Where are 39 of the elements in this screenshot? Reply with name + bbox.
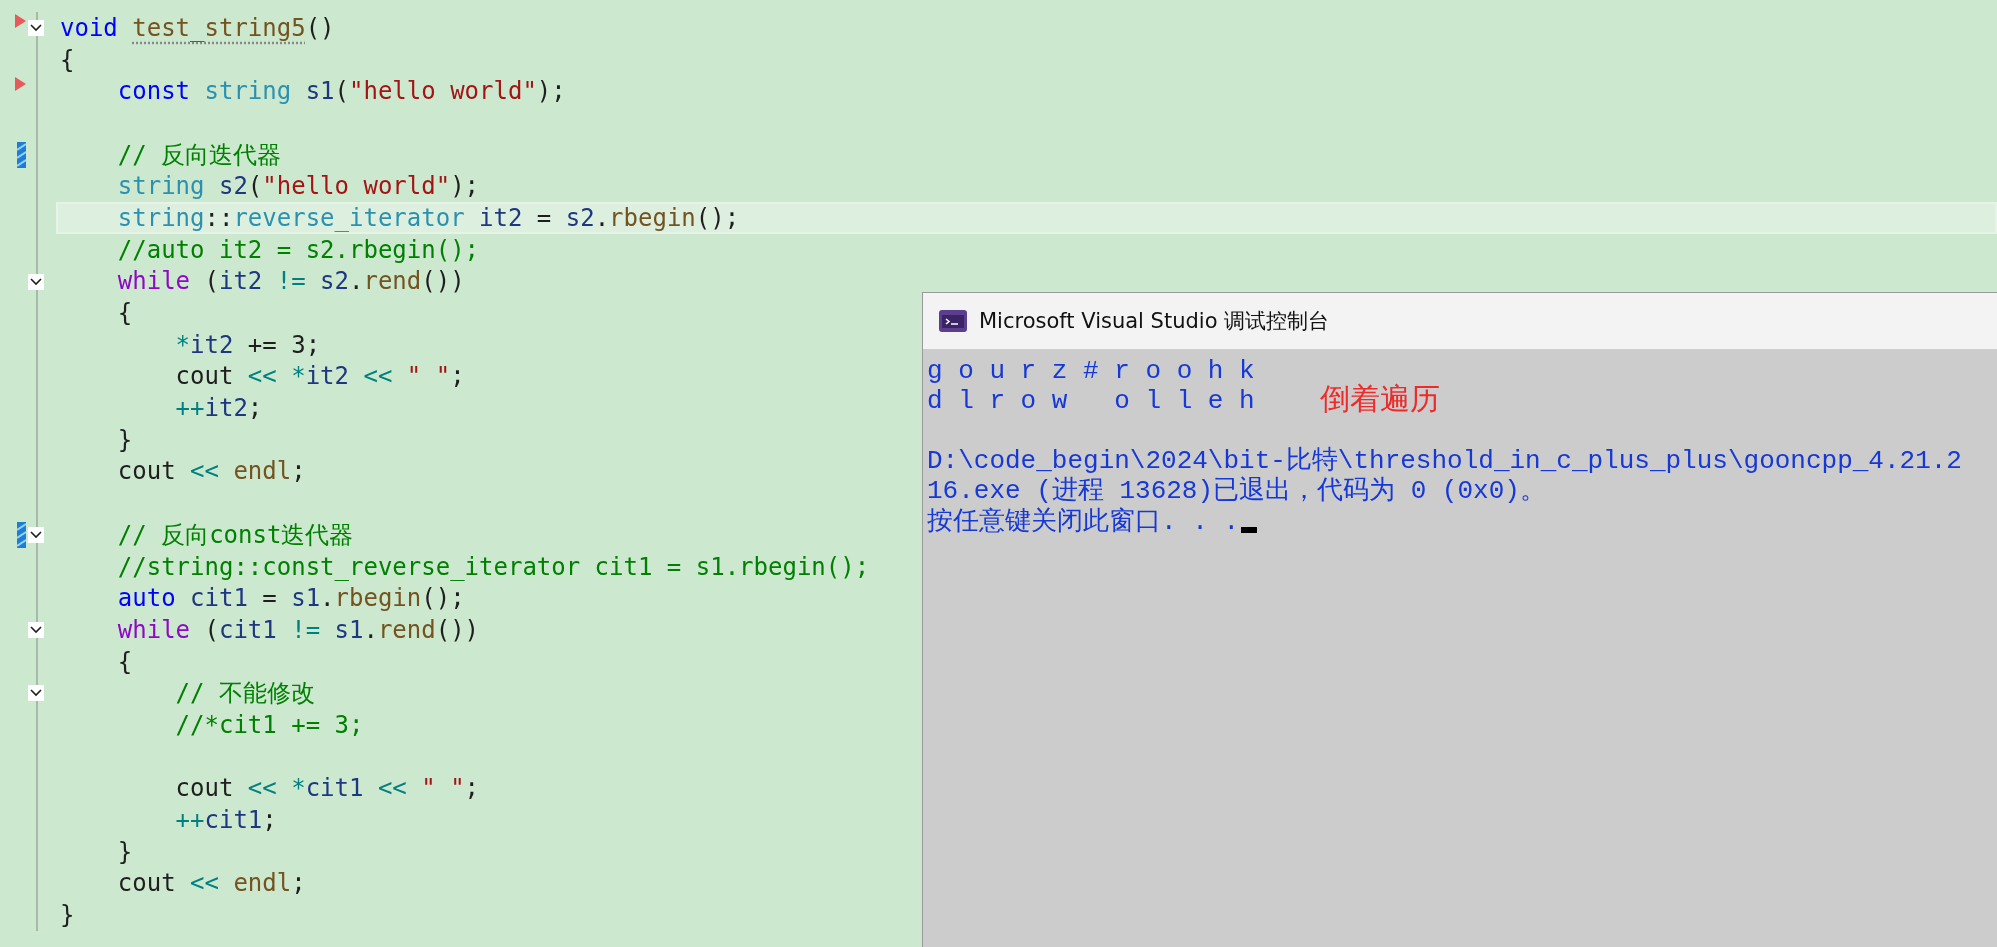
code-line: ++it2;	[174, 393, 263, 424]
code-line: // 反向const迭代器	[116, 519, 354, 550]
console-output-line: g o u r z # r o o h k	[927, 355, 1255, 386]
collapse-chevron-icon[interactable]	[28, 20, 44, 36]
console-output-line: D:\code_begin\2024\bit-比特\threshold_in_c_plus_plus\gooncpp_4.21.2	[927, 444, 1962, 476]
code-line: //*cit1 += 3;	[174, 709, 364, 740]
collapse-chevron-icon[interactable]	[28, 273, 44, 290]
code-line: string s2("hello world");	[116, 171, 480, 202]
code-line: string::reverse_iterator it2 = s2.rbegin();	[116, 202, 740, 233]
code-line: }	[116, 836, 133, 867]
code-line: {	[116, 646, 133, 677]
collapse-chevron-icon[interactable]	[28, 622, 44, 639]
code-line: //string::const_reverse_iterator cit1 = s1.rbegin();	[116, 551, 870, 582]
code-line: ++cit1;	[174, 805, 277, 836]
window-title: Microsoft Visual Studio 调试控制台	[979, 308, 1330, 335]
code-line: //auto it2 = s2.rbegin();	[116, 234, 480, 265]
console-output-line: 16.exe (进程 13628)已退出，代码为 0 (0x0)。	[927, 475, 1546, 507]
code-line: const string s1("hello world");	[116, 76, 566, 107]
code-line: *it2 += 3;	[174, 329, 321, 360]
code-line: cout << endl;	[116, 868, 306, 899]
code-line: cout << *cit1 << " ";	[174, 773, 480, 804]
code-line: cout << *it2 << " ";	[174, 361, 465, 392]
code-line: }	[60, 900, 75, 931]
code-line: cout << endl;	[116, 456, 306, 487]
annotation-label: 倒着遍历	[1320, 380, 1440, 418]
code-line: // 不能修改	[174, 678, 315, 709]
code-line: while (cit1 != s1.rend())	[116, 614, 480, 645]
code-line: // 反向迭代器	[116, 139, 282, 170]
code-line: auto cit1 = s1.rbegin();	[116, 583, 465, 614]
code-line: void test_string5()	[60, 12, 335, 43]
console-app-icon	[939, 310, 967, 332]
code-line: }	[116, 424, 133, 455]
collapse-chevron-icon[interactable]	[28, 685, 44, 702]
console-output-line: d l r o w o l l e h	[927, 386, 1255, 417]
code-line: {	[116, 298, 133, 329]
collapse-chevron-icon[interactable]	[28, 527, 44, 543]
code-line: while (it2 != s2.rend())	[116, 266, 465, 297]
code-line: {	[60, 44, 75, 75]
console-output-line: 按任意键关闭此窗口. . .	[927, 505, 1239, 538]
